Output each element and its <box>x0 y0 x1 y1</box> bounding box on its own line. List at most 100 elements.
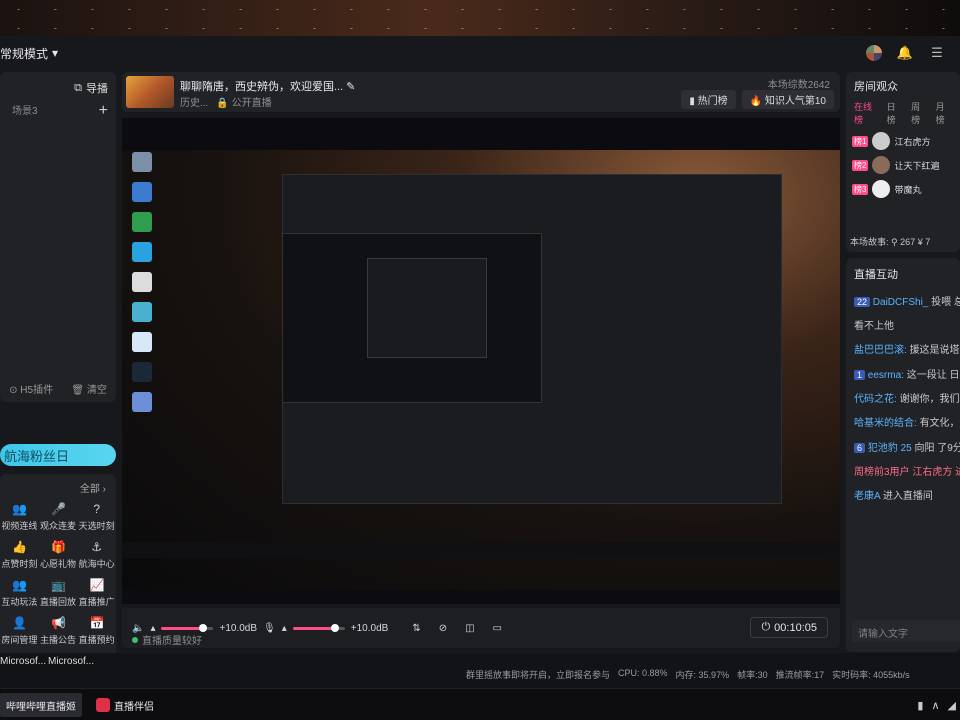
add-scene-button[interactable]: + <box>99 102 108 120</box>
status-row: 群里摇放事即将开启，立即报名参与 CPU: 0.88% 内存: 35.97% 帧… <box>466 668 910 681</box>
live-timer[interactable]: ⏻ 00:10:05 <box>750 617 828 638</box>
chat-text: 援这是说塔不 <box>909 345 960 356</box>
room-title-text: 聊聊隋唐，西史辨伪，欢迎爱国... <box>180 81 344 93</box>
calendar-icon: 📅 <box>89 616 105 630</box>
audience-row[interactable]: 榜1 江右虎方 <box>846 126 960 150</box>
camera-icon[interactable]: ◫ <box>465 623 474 634</box>
preview-desktop-icons <box>128 152 178 422</box>
tool-replay[interactable]: 📺 直播回放 <box>39 578 78 608</box>
room-category[interactable]: 历史... <box>180 94 208 109</box>
tools-all-link[interactable]: 全部 › <box>80 480 106 495</box>
tool-voyage[interactable]: ⚓ 航海中心 <box>77 540 116 570</box>
mode-selector[interactable]: 常规模式 ▾ <box>0 45 58 62</box>
menu-icon[interactable]: ☰ <box>928 44 946 62</box>
battery-icon[interactable]: ▮ <box>917 699 923 712</box>
chat-user[interactable]: 哈基米的结合: <box>854 418 917 429</box>
avatar <box>872 156 891 174</box>
tool-like[interactable]: 👍 点赞时刻 <box>0 540 39 570</box>
chat-message: 6 犯池豹 25 向阳 了9分钟。。 <box>846 436 960 461</box>
hot-rank-button[interactable]: ▮ 热门榜 <box>681 90 736 109</box>
tab-online[interactable]: 在线榜 <box>854 100 879 126</box>
chat-user[interactable]: DaiDCFShi_ <box>873 297 929 308</box>
left-panel: ⧉ 导播 场景3 + ⊙ H5插件 🗑 清空 航海粉丝日 全部 › 👥 视频连线 … <box>0 72 116 688</box>
fps-text: 帧率:30 <box>737 670 768 680</box>
stats-label: 本场故事: <box>850 237 889 247</box>
chat-user[interactable]: 犯池豹 25 <box>868 443 912 454</box>
mode-label: 常规模式 <box>0 46 49 61</box>
tab-monthly[interactable]: 月榜 <box>936 100 952 126</box>
drop-text: 推流帧率:17 <box>775 670 825 680</box>
tool-label: 房间管理 <box>1 635 38 645</box>
room-title[interactable]: 聊聊隋唐，西史辨伪，欢迎爱国... ✎ <box>180 78 355 94</box>
chat-message: 代码之花: 谢谢你，我们才 谁是阿Q <box>846 388 960 412</box>
tool-video-link[interactable]: 👥 视频连线 <box>0 502 39 532</box>
tool-audience-mic[interactable]: 🎤 观众连麦 <box>39 502 78 532</box>
taskbar-item-live[interactable]: 哔哩哔哩直播姬 <box>0 693 82 717</box>
scene-tab-row: 场景3 + <box>0 96 116 120</box>
fan-badge: 22 <box>854 297 871 307</box>
stats-people: 267 <box>900 237 916 247</box>
record-icon[interactable]: ▭ <box>493 623 502 634</box>
scene-header: ⧉ 导播 <box>0 72 116 96</box>
hot-rank-label: 热门榜 <box>697 96 728 107</box>
tab-scene3[interactable]: 场景3 <box>12 102 38 120</box>
fans-day-button[interactable]: 航海粉丝日 <box>0 444 116 466</box>
desktop-file-label[interactable]: Microsof... <box>0 656 46 667</box>
audience-stats: 本场故事: ⚲ 267 ¥ 7 <box>850 235 930 248</box>
caret-up-icon[interactable]: ▴ <box>282 623 287 634</box>
tool-wish-gift[interactable]: 🎁 心愿礼物 <box>39 540 78 570</box>
title-bar: 常规模式 ▾ 🔔 ☰ <box>0 36 960 70</box>
chat-user[interactable]: 代码之花: <box>854 394 897 405</box>
desktop-volume-slider[interactable] <box>161 623 214 632</box>
mic-icon[interactable]: 🎙 <box>263 623 276 634</box>
clear-button[interactable]: 🗑 清空 <box>71 381 106 396</box>
tool-reserve[interactable]: 📅 直播预约 <box>77 616 116 646</box>
desktop-icon <box>132 332 152 352</box>
chat-user[interactable]: eesrma: <box>868 370 904 381</box>
room-cover-thumbnail[interactable] <box>126 76 174 108</box>
tool-interact[interactable]: 👥 互动玩法 <box>0 578 39 608</box>
tool-label: 主播公告 <box>39 635 76 645</box>
power-icon: ⏻ <box>761 621 771 633</box>
knowledge-rank-button[interactable]: 🔥 知识人气第10 <box>741 90 834 109</box>
guide-button[interactable]: ⧉ 导播 <box>74 80 108 96</box>
scene-card: ⧉ 导播 场景3 + ⊙ H5插件 🗑 清空 <box>0 72 116 402</box>
stream-preview[interactable] <box>122 118 840 604</box>
chat-message: 22 DaiDCFShi_ 投喂 总3个 <box>846 290 960 315</box>
thumb-icon: 👍 <box>12 540 28 554</box>
mic-volume-slider[interactable] <box>292 623 345 632</box>
companion-icon <box>96 698 110 712</box>
chat-user[interactable]: 周榜前3用户 江右虎方 <box>854 467 952 478</box>
avatar[interactable] <box>866 45 882 61</box>
desktop-file-label[interactable]: Microsof... <box>48 656 94 667</box>
audience-row[interactable]: 榜3 带魔丸 <box>846 174 960 198</box>
taskbar-item-companion[interactable]: 直播伴侣 <box>90 693 160 717</box>
chevron-up-icon[interactable]: ∧ <box>931 699 939 712</box>
tool-promote[interactable]: 📈 直播推广 <box>77 578 116 608</box>
tool-lottery[interactable]: ? 天选时刻 <box>77 502 116 532</box>
tool-room-manage[interactable]: 👤 房间管理 <box>0 616 39 646</box>
chat-card: 直播互动 22 DaiDCFShi_ 投喂 总3个 看不上他 盐巴巴巴滚: 援这… <box>846 258 960 652</box>
tab-weekly[interactable]: 周榜 <box>911 100 927 126</box>
chat-user[interactable]: 盐巴巴巴滚: <box>854 345 907 356</box>
tab-daily[interactable]: 日榜 <box>887 100 903 126</box>
mute-icon[interactable]: ⊘ <box>439 623 447 634</box>
mic-icon: 🎤 <box>50 502 66 516</box>
tool-label: 心愿礼物 <box>39 559 76 569</box>
network-icon[interactable]: ◢ <box>948 699 956 712</box>
tool-announce[interactable]: 📢 主播公告 <box>39 616 78 646</box>
chat-input[interactable]: 请输入文字 <box>852 620 960 642</box>
h5-plugin-button[interactable]: ⊙ H5插件 <box>9 381 53 396</box>
desktop-icon <box>132 302 152 322</box>
person-icon: ⚲ <box>891 237 898 247</box>
h5-plugin-label: H5插件 <box>20 385 54 396</box>
mixer-icon[interactable]: ⇅ <box>412 623 420 634</box>
edit-icon[interactable]: ✎ <box>346 81 355 93</box>
notice-text: 群里摇放事即将开启，立即报名参与 <box>466 670 611 680</box>
bell-icon[interactable]: 🔔 <box>896 44 914 62</box>
audience-row[interactable]: 榜2 让天下红遍 <box>846 150 960 174</box>
fan-badge: 1 <box>854 370 866 380</box>
chat-user[interactable]: 老康A <box>854 491 880 502</box>
scene-footer: ⊙ H5插件 🗑 清空 <box>0 381 116 396</box>
guide-icon: ⧉ <box>74 81 82 94</box>
